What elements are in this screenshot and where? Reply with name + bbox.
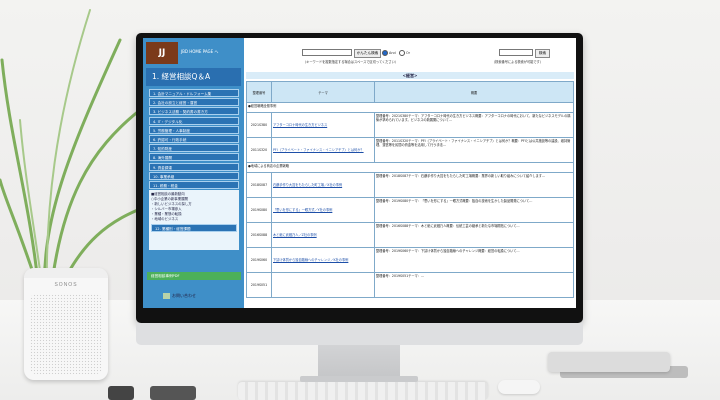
- sidebar-item[interactable]: 12. 業種別・経営課題: [151, 224, 237, 232]
- table-row: 2011S320 PFI（プライベート・ファイナンス・イニシアチブ）とは何か？ …: [246, 137, 574, 163]
- speaker: SONOS: [24, 268, 108, 380]
- radio-or[interactable]: Or: [399, 50, 410, 56]
- speaker-logo: SONOS: [54, 282, 78, 288]
- row-theme-link[interactable]: 石鹸手作り大賞をもたらした町工場／X社の事例: [271, 172, 375, 198]
- row-theme-link[interactable]: 「思いを形にする」一眼方式／Y社の事例: [271, 197, 375, 223]
- row-summary: 整理番号：2018S087テーマ：石鹸手作り大賞をもたらした町工場概要：業界の新…: [374, 172, 574, 198]
- sidebar-item[interactable]: 3. ビジネス法務・契約書の書き方: [149, 107, 239, 116]
- row-summary: 整理番号：2019S060テーマ：下請け体質から独自路線へのチャレンジ概要：経営…: [374, 247, 574, 273]
- row-summary: 整理番号：2011S320テーマ：PFI（プライベート・ファイナンス・イニシアチ…: [374, 137, 574, 163]
- row-id: 2021S380: [246, 112, 272, 138]
- table-row: 2016S088 木と紙に武蔵乃人／Z社の事例 整理番号：2016S088テーマ…: [246, 222, 574, 248]
- row-id: 2016S088: [246, 222, 272, 248]
- table-row: 2019S060 下請け体質から独自路線へのチャレンジ／K社の事例 整理番号：2…: [246, 247, 574, 273]
- row-theme-link[interactable]: 下請け体質から独自路線へのチャレンジ／K社の事例: [271, 247, 375, 273]
- table-row: 2018S087 石鹸手作り大賞をもたらした町工場／X社の事例 整理番号：201…: [246, 172, 574, 198]
- col-theme-header: テーマ: [271, 81, 375, 103]
- table-header: 整理番号 テーマ 概要: [246, 81, 574, 103]
- table-category-row: ●経営戦略全般事例: [246, 102, 574, 113]
- plant-image: [0, 9, 150, 300]
- number-search-input[interactable]: [499, 49, 533, 56]
- section-title: <経営>: [246, 72, 574, 79]
- row-summary: 整理番号：2019S051テーマ：…: [374, 272, 574, 298]
- category-label: ●経営戦略全般事例: [246, 102, 574, 113]
- radio-dot-icon: [399, 50, 405, 56]
- table-row: 2019S051 整理番号：2019S051テーマ：…: [246, 272, 574, 298]
- screen: JJ JBD HOME PAGE へ 1. 経営相談Q＆A 1. 会計マニュアル…: [143, 38, 576, 308]
- sidebar-item[interactable]: 1. 会計マニュアル・ドルフォーム集: [149, 89, 239, 97]
- tablet-top: [548, 352, 670, 372]
- table-category-row: ●地域による商店の企業戦略: [246, 162, 574, 173]
- contact-label: お問い合わせ: [172, 293, 196, 298]
- radio-and-label: And: [389, 51, 396, 55]
- row-theme-link[interactable]: アフターコロナ時代の生き方ビジネス: [271, 112, 375, 138]
- sidebar-menu: 1. 会計マニュアル・ドルフォーム集 2. 会社の設立と経営・運営 3. ビジネ…: [149, 89, 239, 190]
- table-row: 2021S380 アフターコロナ時代の生き方ビジネス 整理番号：2021S380…: [246, 112, 574, 138]
- row-id: 2019S051: [246, 272, 272, 298]
- panel-line[interactable]: ・地域のビジネス: [151, 217, 237, 222]
- row-id: 2019S060: [246, 247, 272, 273]
- sidebar-item[interactable]: 5. 労務管理・人事制度: [149, 125, 239, 134]
- row-summary: 整理番号：2019S080テーマ：「思いを形にする」一眼方式概要：独自の技術を生…: [374, 197, 574, 223]
- row-summary: 整理番号：2016S088テーマ：木と紙に武蔵乃人概要：伝統工芸の継承と新たな市…: [374, 222, 574, 248]
- monitor-chin: [136, 323, 583, 345]
- radio-and[interactable]: And: [382, 50, 396, 56]
- nav-title: 1. 経営相談Q＆A: [146, 68, 241, 86]
- pdf-button[interactable]: 経営相談事例PDF: [147, 272, 241, 280]
- row-theme-link[interactable]: [271, 272, 375, 298]
- dock: [108, 386, 134, 400]
- col-id-header: 整理番号: [246, 81, 272, 103]
- sidebar-item[interactable]: 7. 知的財産: [149, 144, 239, 153]
- search-note: （キーワードを複数指定する場合はスペースで区切ってください）: [303, 60, 398, 64]
- row-summary: 整理番号：2021S380テーマ：アフターコロナ時代の生き方ビジネス概要：アフタ…: [374, 112, 574, 138]
- mail-icon: [163, 293, 170, 299]
- sidebar-item[interactable]: 8. 海外展開: [149, 153, 239, 162]
- row-id: 2011S320: [246, 137, 272, 163]
- sidebar-item[interactable]: 4. IT・デジタル化: [149, 116, 239, 125]
- number-search-note: （検索番号による検索が可能です）: [492, 60, 543, 64]
- radio-or-label: Or: [406, 51, 411, 55]
- search-button[interactable]: かんたん検索: [354, 49, 381, 58]
- sidebar-item[interactable]: 6. 許認可・行政手続: [149, 134, 239, 143]
- search-input[interactable]: [302, 49, 352, 56]
- row-theme-link[interactable]: 木と紙に武蔵乃人／Z社の事例: [271, 222, 375, 248]
- sidebar-panel: ■経営相談の最新動向 ○中小企業の新事業展開 ・新しいビジネスの探し方 ・シルバ…: [149, 190, 239, 250]
- row-theme-link[interactable]: PFI（プライベート・ファイナンス・イニシアチブ）とは何か？: [271, 137, 375, 163]
- radio-dot-icon: [382, 50, 388, 56]
- sidebar-item[interactable]: 11. 税務・税金: [149, 180, 239, 189]
- sidebar: JJ JBD HOME PAGE へ 1. 経営相談Q＆A 1. 会計マニュアル…: [143, 38, 244, 308]
- sidebar-item[interactable]: 10. 事業承継: [149, 171, 239, 180]
- monitor-foot: [300, 376, 418, 382]
- sidebar-item[interactable]: 2. 会社の設立と経営・運営: [149, 98, 239, 107]
- category-label: ●地域による商店の企業戦略: [246, 162, 574, 173]
- row-id: 2018S087: [246, 172, 272, 198]
- site-logo[interactable]: JJ: [146, 42, 178, 64]
- table-row: 2019S080 「思いを形にする」一眼方式／Y社の事例 整理番号：2019S0…: [246, 197, 574, 223]
- home-link[interactable]: JBD HOME PAGE へ: [181, 49, 218, 55]
- col-summary-header: 概要: [374, 81, 574, 103]
- phone: [150, 386, 196, 400]
- main-content: かんたん検索 And Or （キーワードを複数指定する場合はスペースで区切ってく…: [246, 38, 576, 308]
- mouse: [498, 380, 540, 394]
- number-search-button[interactable]: 検索: [535, 49, 550, 58]
- row-id: 2019S080: [246, 197, 272, 223]
- keyboard: [238, 382, 488, 400]
- results-table: 整理番号 テーマ 概要 ●経営戦略全般事例 2021S380 アフターコロナ時代…: [246, 81, 574, 298]
- contact-link[interactable]: お問い合わせ: [163, 293, 196, 299]
- sidebar-item[interactable]: 9. 資金調達: [149, 162, 239, 171]
